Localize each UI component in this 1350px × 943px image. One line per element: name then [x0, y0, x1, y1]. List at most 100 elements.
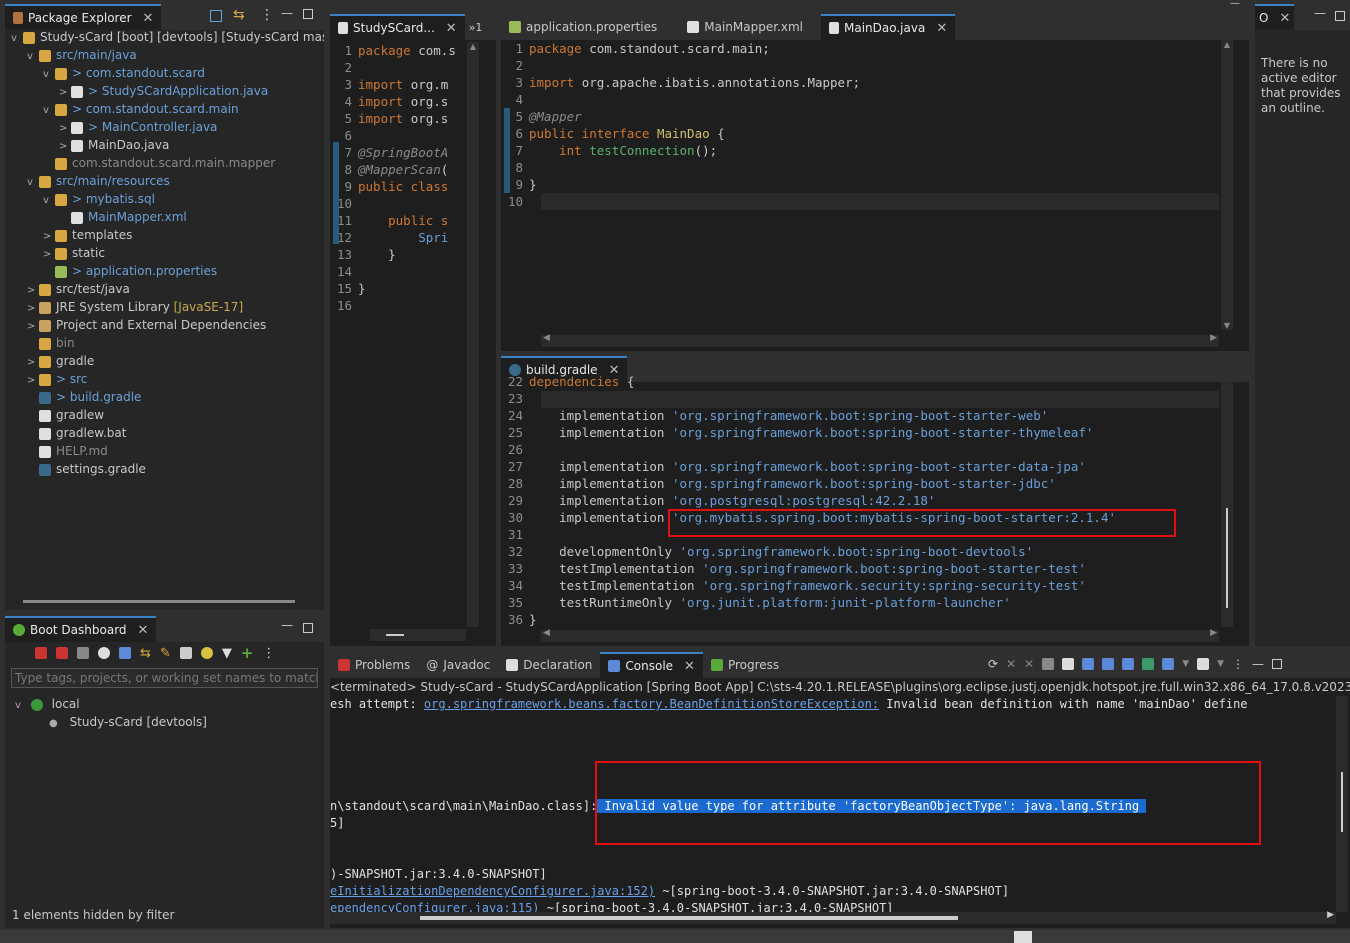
- collapse-all-icon[interactable]: [210, 10, 222, 22]
- chevron-down-icon[interactable]: v: [43, 102, 55, 120]
- add-icon[interactable]: +: [241, 644, 254, 662]
- scroll-left-icon[interactable]: ◀: [543, 333, 550, 343]
- filter-icon[interactable]: ▼: [222, 646, 232, 661]
- start-icon[interactable]: [35, 647, 47, 659]
- tree-item[interactable]: HELP.md: [27, 442, 108, 460]
- app-row[interactable]: ● Study-sCard [devtools]: [49, 713, 207, 731]
- tree-item[interactable]: MainMapper.xml: [59, 208, 187, 226]
- horizontal-scrollbar[interactable]: ◀ ▶: [541, 628, 1219, 642]
- scroll-left-icon[interactable]: ◀: [543, 628, 550, 638]
- tab-application-properties[interactable]: application.properties: [501, 14, 665, 40]
- chevron-down-icon[interactable]: v: [27, 174, 39, 192]
- tab-package-explorer[interactable]: Package Explorer ✕: [5, 4, 162, 30]
- close-icon[interactable]: ✕: [684, 659, 695, 674]
- horizontal-scrollbar[interactable]: [23, 600, 295, 603]
- close-icon[interactable]: ✕: [138, 623, 149, 638]
- maximize-icon[interactable]: [303, 9, 313, 19]
- display-console-icon[interactable]: [1162, 658, 1175, 670]
- scroll-right-icon[interactable]: ▶: [1210, 628, 1217, 638]
- tree-item[interactable]: > templates: [43, 226, 132, 244]
- stop-icon[interactable]: [77, 647, 89, 659]
- open-console-icon[interactable]: [1197, 658, 1210, 670]
- tree-item[interactable]: > > MainController.java: [59, 118, 217, 136]
- tree-item[interactable]: gradlew: [27, 406, 104, 424]
- tree-item[interactable]: settings.gradle: [27, 460, 146, 478]
- relaunch-icon[interactable]: ⟳: [988, 657, 998, 671]
- view-menu-icon[interactable]: ⋮: [260, 7, 274, 23]
- vertical-scrollbar[interactable]: ▲: [467, 42, 479, 627]
- left-code-area[interactable]: 1 package com.s 2 3 import org.m 4 import org.…: [330, 42, 482, 622]
- tree-item[interactable]: > static: [43, 244, 105, 262]
- scroll-down-icon[interactable]: ▼: [1221, 321, 1233, 330]
- tab-outline[interactable]: O ✕: [1255, 4, 1295, 30]
- deploy-icon[interactable]: [200, 647, 213, 659]
- edit-icon[interactable]: ✎: [160, 646, 171, 661]
- chevron-down-icon[interactable]: v: [11, 30, 23, 48]
- tree-item[interactable]: gradlew.bat: [27, 424, 126, 442]
- tree-item[interactable]: v src/main/java: [27, 46, 137, 64]
- chevron-down-icon[interactable]: v: [27, 48, 39, 66]
- view-menu-icon[interactable]: ⋮: [1232, 657, 1244, 671]
- tab-console[interactable]: Console ✕: [600, 652, 703, 678]
- console-icon[interactable]: [119, 647, 131, 659]
- refresh-icon[interactable]: ⇆: [140, 646, 151, 661]
- tab-boot-dashboard[interactable]: Boot Dashboard ✕: [5, 616, 157, 642]
- stacktrace-link[interactable]: ependencyConfigurer.java:115): [330, 901, 540, 912]
- terminate-icon[interactable]: ✕: [1006, 657, 1016, 671]
- close-icon[interactable]: ✕: [446, 21, 457, 36]
- tree-item[interactable]: > > StudySCardApplication.java: [59, 82, 268, 100]
- scroll-right-icon[interactable]: ▶: [1327, 910, 1334, 920]
- scroll-up-icon[interactable]: ▲: [1221, 40, 1233, 49]
- overflow-tabs-button[interactable]: »1: [469, 21, 483, 34]
- tab-declaration[interactable]: Declaration: [498, 652, 600, 678]
- tree-item[interactable]: > MainDao.java: [59, 136, 169, 154]
- tab-mainmapper-xml[interactable]: MainMapper.xml: [679, 14, 811, 40]
- tree-item[interactable]: v Study-sCard [boot] [devtools] [Study-sC…: [11, 28, 324, 46]
- tab-javadoc[interactable]: @ Javadoc: [418, 652, 498, 678]
- maximize-icon[interactable]: [303, 623, 313, 633]
- vertical-scrollbar[interactable]: [1221, 382, 1233, 627]
- tree-item[interactable]: v > com.standout.scard.main: [43, 100, 239, 118]
- word-wrap-icon[interactable]: [1082, 658, 1095, 670]
- stacktrace-link[interactable]: eInitializationDependencyConfigurer.java…: [330, 884, 655, 898]
- tree-item[interactable]: com.standout.scard.main.mapper: [43, 154, 275, 172]
- chevron-down-icon[interactable]: v: [43, 192, 55, 210]
- vertical-scrollbar[interactable]: [1336, 696, 1348, 912]
- maximize-icon[interactable]: [1335, 11, 1345, 21]
- show-on-output-icon[interactable]: [1102, 658, 1115, 670]
- properties-icon[interactable]: [179, 647, 192, 659]
- tab-maindao-java[interactable]: MainDao.java ✕: [821, 14, 956, 40]
- scroll-thumb[interactable]: [420, 916, 958, 920]
- horizontal-scrollbar[interactable]: ◀ ▶: [541, 333, 1219, 347]
- link-editor-icon[interactable]: ⇆: [233, 7, 245, 23]
- minimize-icon[interactable]: —: [281, 6, 293, 20]
- tree-item[interactable]: v > com.standout.scard: [43, 64, 205, 82]
- chevron-down-icon[interactable]: ▼: [1182, 659, 1189, 669]
- horizontal-scrollbar[interactable]: [370, 629, 466, 641]
- tab-progress[interactable]: Progress: [703, 652, 787, 678]
- status-icon[interactable]: [1014, 931, 1032, 943]
- scroll-right-icon[interactable]: ▶: [1210, 333, 1217, 343]
- chevron-down-icon[interactable]: ▼: [1217, 659, 1224, 669]
- horizontal-scrollbar[interactable]: ▶: [330, 910, 1336, 924]
- filter-input[interactable]: Type tags, projects, or working set name…: [11, 668, 318, 688]
- local-target-row[interactable]: v local: [15, 695, 80, 713]
- minimize-icon[interactable]: —: [1314, 6, 1326, 20]
- tree-item[interactable]: > build.gradle: [27, 388, 141, 406]
- vertical-scrollbar[interactable]: ▲ ▼: [1221, 40, 1233, 330]
- tree-item[interactable]: v > mybatis.sql: [43, 190, 155, 208]
- tab-studyscard-application[interactable]: StudySCard... ✕: [330, 14, 465, 40]
- view-menu-icon[interactable]: ⋮: [262, 646, 275, 661]
- close-icon[interactable]: ✕: [1279, 11, 1290, 26]
- scroll-thumb[interactable]: [1341, 772, 1343, 832]
- tree-item[interactable]: > > src: [27, 370, 87, 388]
- debug-icon[interactable]: [56, 647, 68, 659]
- minimize-icon[interactable]: —: [1230, 0, 1240, 9]
- scroll-thumb[interactable]: [386, 634, 404, 636]
- exception-link[interactable]: org.springframework.beans.factory.BeanDe…: [424, 697, 879, 711]
- tree-item[interactable]: > gradle: [27, 352, 94, 370]
- pin-console-icon[interactable]: [1142, 658, 1155, 670]
- main-code-area[interactable]: 1 package com.standout.scard.main; 2 3 impor…: [501, 40, 1221, 330]
- tree-item[interactable]: > Project and External Dependencies: [27, 316, 266, 334]
- close-icon[interactable]: ✕: [936, 21, 947, 36]
